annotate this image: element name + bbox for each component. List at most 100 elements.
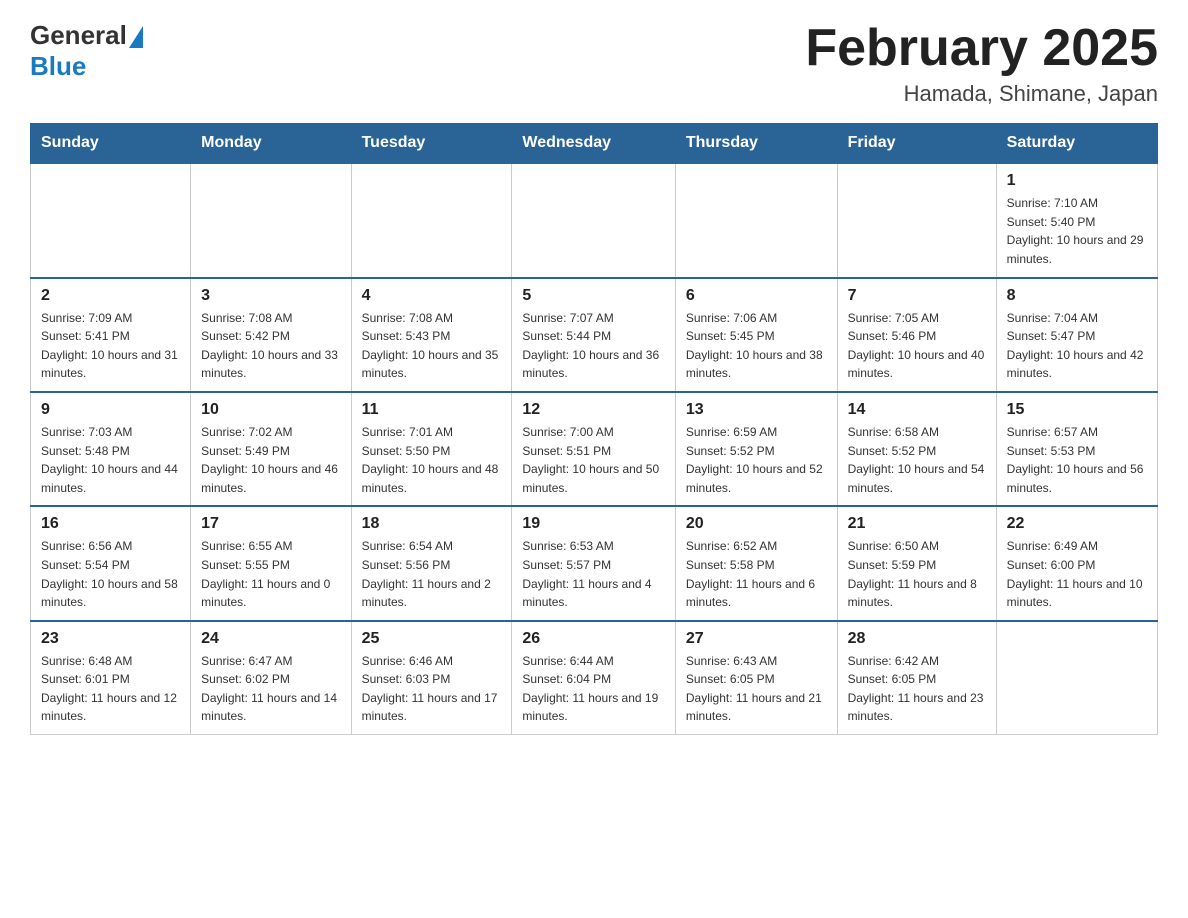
logo-blue: Blue xyxy=(30,51,86,82)
weekday-header-tuesday: Tuesday xyxy=(351,124,512,164)
calendar-cell: 1Sunrise: 7:10 AM Sunset: 5:40 PM Daylig… xyxy=(996,163,1157,277)
calendar-cell: 8 Sunrise: 7:04 AM Sunset: 5:47 PM Daylig… xyxy=(996,278,1157,392)
day-number: 11 xyxy=(362,401,502,419)
calendar-cell: 27 Sunrise: 6:43 AM Sunset: 6:05 PM Dayli… xyxy=(675,621,837,735)
day-info: Sunrise: 7:05 AM Sunset: 5:46 PM Dayligh… xyxy=(848,311,985,381)
day-number: 17 xyxy=(201,515,340,533)
day-number: 22 xyxy=(1007,515,1147,533)
day-info: Sunrise: 6:54 AM Sunset: 5:56 PM Dayligh… xyxy=(362,539,491,609)
day-number: 3 xyxy=(201,287,340,305)
day-info: Sunrise: 6:55 AM Sunset: 5:55 PM Dayligh… xyxy=(201,539,330,609)
calendar-cell: 21 Sunrise: 6:50 AM Sunset: 5:59 PM Dayli… xyxy=(837,506,996,620)
day-number: 25 xyxy=(362,630,502,648)
day-info: Sunrise: 6:46 AM Sunset: 6:03 PM Dayligh… xyxy=(362,654,498,724)
day-info: Sunrise: 7:02 AM Sunset: 5:49 PM Dayligh… xyxy=(201,425,338,495)
location-title: Hamada, Shimane, Japan xyxy=(805,81,1158,107)
calendar-cell: 20 Sunrise: 6:52 AM Sunset: 5:58 PM Dayli… xyxy=(675,506,837,620)
day-number: 13 xyxy=(686,401,827,419)
day-info: Sunrise: 6:44 AM Sunset: 6:04 PM Dayligh… xyxy=(522,654,658,724)
day-info: Sunrise: 6:57 AM Sunset: 5:53 PM Dayligh… xyxy=(1007,425,1144,495)
day-info: Sunrise: 7:01 AM Sunset: 5:50 PM Dayligh… xyxy=(362,425,499,495)
calendar-cell: 7 Sunrise: 7:05 AM Sunset: 5:46 PM Daylig… xyxy=(837,278,996,392)
day-number: 20 xyxy=(686,515,827,533)
week-row-5: 23Sunrise: 6:48 AM Sunset: 6:01 PM Dayli… xyxy=(31,621,1158,735)
week-row-1: 1Sunrise: 7:10 AM Sunset: 5:40 PM Daylig… xyxy=(31,163,1158,277)
day-number: 10 xyxy=(201,401,340,419)
day-number: 28 xyxy=(848,630,986,648)
calendar-cell: 15 Sunrise: 6:57 AM Sunset: 5:53 PM Dayli… xyxy=(996,392,1157,506)
weekday-header-sunday: Sunday xyxy=(31,124,191,164)
day-info: Sunrise: 6:42 AM Sunset: 6:05 PM Dayligh… xyxy=(848,654,984,724)
calendar-cell: 16Sunrise: 6:56 AM Sunset: 5:54 PM Dayli… xyxy=(31,506,191,620)
calendar-cell: 11 Sunrise: 7:01 AM Sunset: 5:50 PM Dayli… xyxy=(351,392,512,506)
day-info: Sunrise: 7:04 AM Sunset: 5:47 PM Dayligh… xyxy=(1007,311,1144,381)
week-row-4: 16Sunrise: 6:56 AM Sunset: 5:54 PM Dayli… xyxy=(31,506,1158,620)
day-info: Sunrise: 7:09 AM Sunset: 5:41 PM Dayligh… xyxy=(41,311,178,381)
day-info: Sunrise: 7:00 AM Sunset: 5:51 PM Dayligh… xyxy=(522,425,659,495)
day-info: Sunrise: 6:43 AM Sunset: 6:05 PM Dayligh… xyxy=(686,654,822,724)
day-number: 26 xyxy=(522,630,664,648)
day-info: Sunrise: 7:08 AM Sunset: 5:42 PM Dayligh… xyxy=(201,311,338,381)
calendar-cell: 12 Sunrise: 7:00 AM Sunset: 5:51 PM Dayli… xyxy=(512,392,675,506)
calendar-cell: 5Sunrise: 7:07 AM Sunset: 5:44 PM Daylig… xyxy=(512,278,675,392)
week-row-3: 9 Sunrise: 7:03 AM Sunset: 5:48 PM Daylig… xyxy=(31,392,1158,506)
calendar-cell: 14 Sunrise: 6:58 AM Sunset: 5:52 PM Dayli… xyxy=(837,392,996,506)
logo-triangle-icon xyxy=(129,26,143,48)
day-info: Sunrise: 6:53 AM Sunset: 5:57 PM Dayligh… xyxy=(522,539,651,609)
calendar-cell: 19 Sunrise: 6:53 AM Sunset: 5:57 PM Dayli… xyxy=(512,506,675,620)
calendar-cell: 9 Sunrise: 7:03 AM Sunset: 5:48 PM Daylig… xyxy=(31,392,191,506)
day-number: 24 xyxy=(201,630,340,648)
calendar-cell xyxy=(351,163,512,277)
day-number: 8 xyxy=(1007,287,1147,305)
calendar-cell xyxy=(191,163,351,277)
month-title: February 2025 xyxy=(805,20,1158,77)
calendar-cell: 25 Sunrise: 6:46 AM Sunset: 6:03 PM Dayli… xyxy=(351,621,512,735)
title-area: February 2025 Hamada, Shimane, Japan xyxy=(805,20,1158,107)
calendar-cell: 24 Sunrise: 6:47 AM Sunset: 6:02 PM Dayli… xyxy=(191,621,351,735)
day-info: Sunrise: 6:58 AM Sunset: 5:52 PM Dayligh… xyxy=(848,425,985,495)
day-number: 18 xyxy=(362,515,502,533)
calendar-cell: 17 Sunrise: 6:55 AM Sunset: 5:55 PM Dayli… xyxy=(191,506,351,620)
calendar-cell: 10 Sunrise: 7:02 AM Sunset: 5:49 PM Dayli… xyxy=(191,392,351,506)
day-number: 9 xyxy=(41,401,180,419)
weekday-header-saturday: Saturday xyxy=(996,124,1157,164)
day-info: Sunrise: 7:07 AM Sunset: 5:44 PM Dayligh… xyxy=(522,311,659,381)
day-info: Sunrise: 6:50 AM Sunset: 5:59 PM Dayligh… xyxy=(848,539,977,609)
day-number: 21 xyxy=(848,515,986,533)
weekday-header-row: SundayMondayTuesdayWednesdayThursdayFrid… xyxy=(31,124,1158,164)
day-info: Sunrise: 6:59 AM Sunset: 5:52 PM Dayligh… xyxy=(686,425,823,495)
day-number: 2 xyxy=(41,287,180,305)
calendar-cell xyxy=(837,163,996,277)
day-info: Sunrise: 6:52 AM Sunset: 5:58 PM Dayligh… xyxy=(686,539,815,609)
day-info: Sunrise: 7:06 AM Sunset: 5:45 PM Dayligh… xyxy=(686,311,823,381)
calendar-cell: 22Sunrise: 6:49 AM Sunset: 6:00 PM Dayli… xyxy=(996,506,1157,620)
day-number: 12 xyxy=(522,401,664,419)
weekday-header-friday: Friday xyxy=(837,124,996,164)
day-number: 14 xyxy=(848,401,986,419)
calendar-cell: 26 Sunrise: 6:44 AM Sunset: 6:04 PM Dayli… xyxy=(512,621,675,735)
day-number: 1 xyxy=(1007,172,1147,190)
calendar-cell: 13 Sunrise: 6:59 AM Sunset: 5:52 PM Dayli… xyxy=(675,392,837,506)
weekday-header-monday: Monday xyxy=(191,124,351,164)
logo-general: General xyxy=(30,20,127,51)
calendar-cell xyxy=(675,163,837,277)
day-number: 15 xyxy=(1007,401,1147,419)
day-number: 23 xyxy=(41,630,180,648)
day-number: 6 xyxy=(686,287,827,305)
day-info: Sunrise: 7:03 AM Sunset: 5:48 PM Dayligh… xyxy=(41,425,178,495)
calendar-cell: 28 Sunrise: 6:42 AM Sunset: 6:05 PM Dayli… xyxy=(837,621,996,735)
calendar-cell: 2 Sunrise: 7:09 AM Sunset: 5:41 PM Daylig… xyxy=(31,278,191,392)
day-info: Sunrise: 7:08 AM Sunset: 5:43 PM Dayligh… xyxy=(362,311,499,381)
day-number: 4 xyxy=(362,287,502,305)
calendar-cell xyxy=(996,621,1157,735)
day-number: 27 xyxy=(686,630,827,648)
calendar-cell: 6 Sunrise: 7:06 AM Sunset: 5:45 PM Daylig… xyxy=(675,278,837,392)
logo: General Blue xyxy=(30,20,143,82)
calendar-cell: 23Sunrise: 6:48 AM Sunset: 6:01 PM Dayli… xyxy=(31,621,191,735)
day-number: 19 xyxy=(522,515,664,533)
day-info: Sunrise: 6:47 AM Sunset: 6:02 PM Dayligh… xyxy=(201,654,337,724)
day-number: 7 xyxy=(848,287,986,305)
page-header: General Blue February 2025 Hamada, Shima… xyxy=(30,20,1158,107)
calendar-cell xyxy=(31,163,191,277)
day-number: 16 xyxy=(41,515,180,533)
